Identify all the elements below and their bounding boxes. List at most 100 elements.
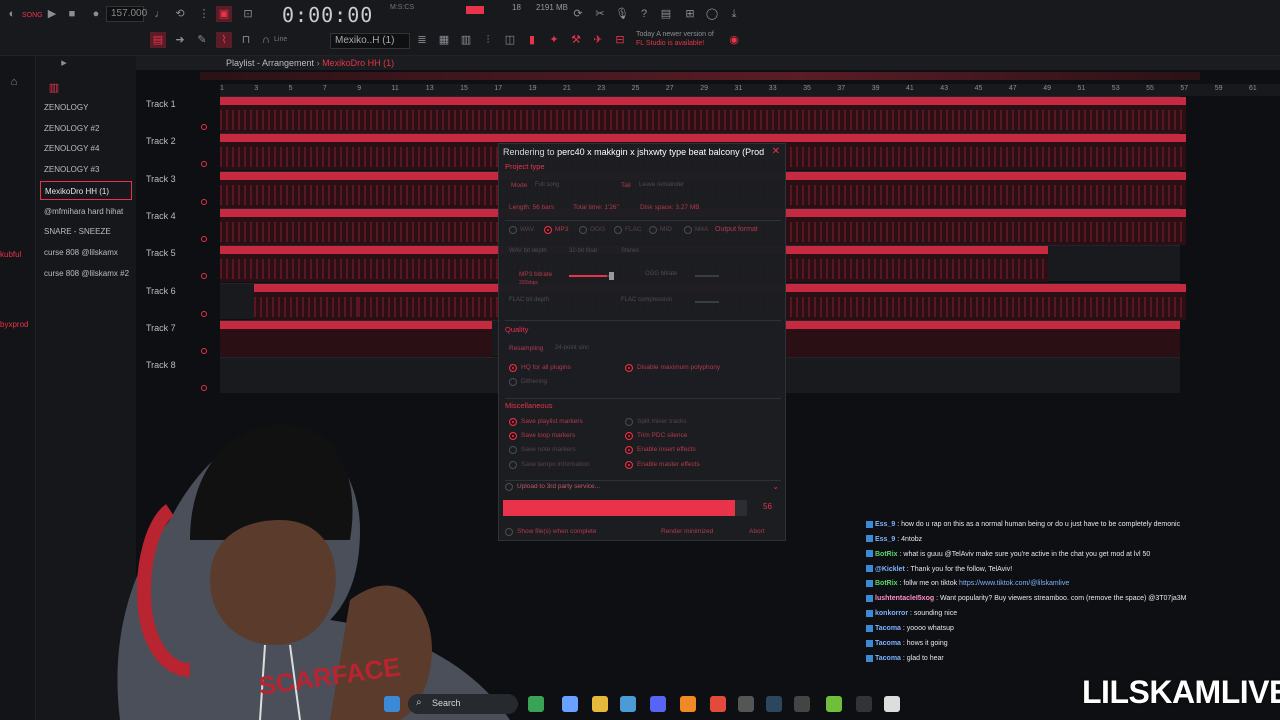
play-icon[interactable]: ▶ [44,6,60,22]
playlist-icon[interactable]: ▤ [150,32,166,48]
piano-roll-icon[interactable]: ▥ [458,32,474,48]
cut-icon[interactable]: ✂ [592,6,608,22]
channel-rack-icon[interactable]: ▦ [436,32,452,48]
timeline-ruler[interactable]: 1 3 5 7 9 11 13 15 17 19 21 23 25 27 29 31 33 35 37 39 41 43 4… [220,84,1280,96]
pattern-clip[interactable]: curse 808 @lilskamx [254,283,358,320]
format-label-mid[interactable]: MID [660,226,672,233]
metronome-icon[interactable]: ♩ [152,6,168,22]
enable-master-effects-checkbox[interactable] [625,461,633,469]
pattern-clip[interactable]: @mfmihara hard hihat [220,208,358,245]
abort-button[interactable]: Abort [749,528,765,535]
undo-icon[interactable]: ⟳ [570,6,586,22]
chat-username[interactable]: Tacoma [875,640,901,647]
tools-icon[interactable]: ✦ [546,32,562,48]
render-minimized-button[interactable]: Render minimized [661,528,713,535]
format-radio-wav[interactable] [509,226,517,234]
picker-item[interactable]: ZENOLOGY [40,98,132,117]
blend-icon[interactable]: ▣ [216,6,232,22]
fl-logo-icon[interactable]: ◐ [4,6,20,22]
save-loop-markers-label[interactable]: Save loop markers [521,432,575,439]
taskbar-search[interactable]: ⌕ Search [408,694,518,714]
chevron-down-icon[interactable]: ⌄ [772,482,779,491]
app-icon-4[interactable] [856,696,872,712]
track-label[interactable]: Track 7 [146,323,176,333]
mixer-icon[interactable]: ≣ [414,32,430,48]
automation-clip[interactable]: Distructor (Insert 7) - Mix level [786,320,1180,357]
discord-icon[interactable] [650,696,666,712]
tempo-display[interactable]: 157.000 [106,6,147,22]
brave-icon[interactable] [710,696,726,712]
format-radio-ogg[interactable] [579,226,587,234]
step-icon[interactable]: ⋮ [196,6,212,22]
upload-label[interactable]: Upload to 3rd party service... [517,483,600,490]
pattern-clip[interactable]: SNARE - SNEEZE [358,246,496,283]
enable-insert-effects-checkbox[interactable] [625,446,633,454]
download-icon[interactable]: ⤓ [726,6,742,22]
hq-plugins-label[interactable]: HQ for all plugins [521,364,571,371]
chat-username[interactable]: BotRix [875,551,898,558]
file-explorer-icon[interactable] [592,696,608,712]
pattern-clip[interactable]: ZENOLOGY [220,97,358,133]
plugin-picker-icon[interactable]: ▮ [524,32,540,48]
app-icon-1[interactable] [528,696,544,712]
format-label-mp3[interactable]: MP3 [555,226,568,233]
windows-start-icon[interactable] [384,696,400,712]
pattern-clip[interactable]: MexikoDro HH (1) [910,171,1048,208]
chat-link[interactable]: https://www.tiktok.com/@lilskamlive [959,580,1069,587]
pattern-clip[interactable]: ZENOLOGY #2 [358,134,496,171]
hq-plugins-checkbox[interactable] [509,364,517,372]
format-radio-mid[interactable] [649,226,657,234]
track-mute-indicator[interactable] [201,124,207,130]
mp3-bitrate-knob[interactable] [609,272,614,280]
pattern-clip[interactable]: ZENOLOGY [496,97,634,133]
pattern-clip[interactable]: curse 808 @lilskamx #2 [358,283,496,320]
save-playlist-markers-label[interactable]: Save playlist markers [521,418,583,425]
magnet-icon[interactable]: ⊓ [238,32,254,48]
mode-value[interactable]: Full song [535,182,559,188]
track-mute-indicator[interactable] [201,161,207,168]
format-label-flac[interactable]: FLAC [625,226,642,233]
track-label[interactable]: Track 3 [146,174,176,184]
app-icon-5[interactable] [884,696,900,712]
pattern-clip[interactable]: curse 808 @lilskamx [1048,283,1186,320]
flac-compression-slider[interactable] [695,301,719,303]
pattern-clip[interactable]: curse 808 @lilskamx [772,283,910,320]
chat-username[interactable]: Tacoma [875,655,901,662]
track-mute-indicator[interactable] [201,347,207,354]
pattern-clip[interactable]: ZENOLOGY [358,97,496,133]
track-label[interactable]: Track 8 [146,360,176,370]
snap-label[interactable]: Line [274,36,287,43]
max-polyphony-checkbox[interactable] [625,364,633,372]
pattern-clip[interactable]: MexikoDro HH (1) [1048,171,1186,208]
track-label[interactable]: Track 6 [146,286,176,296]
dithering-checkbox[interactable] [509,378,517,386]
equalizer-icon[interactable]: ⫶ [480,32,496,48]
pattern-clip[interactable]: ZENOLOGY #2 [220,134,358,171]
ogg-bitrate-slider[interactable] [695,275,719,277]
picker-toggle-icon[interactable]: ▥ [46,80,62,96]
chat-username[interactable]: lushtentacleI5xog [875,595,934,602]
wait-icon[interactable]: ⊡ [240,6,256,22]
pattern-clip[interactable]: MexikoDro HH (1) [358,171,496,208]
steam-icon[interactable] [766,696,782,712]
format-radio-flac[interactable] [614,226,622,234]
track-lane[interactable]: ZENOLOGY ZENOLOGY ZENOLOGY ZENOLOGY ZENOLOGY… [220,96,1186,133]
chat-username[interactable]: konkorror [875,610,908,617]
show-files-label[interactable]: Show file(s) when complete [517,528,596,535]
pattern-selector[interactable]: Mexiko..H (1) [330,33,410,49]
track-label[interactable]: Track 5 [146,248,176,258]
browser-toggle-icon[interactable]: ⌂ [6,74,22,90]
track-label[interactable]: Track 1 [146,99,176,109]
save-icon[interactable]: ▤ [658,6,674,22]
pattern-clip[interactable]: curse 808 @lilskamx #2 [910,283,1048,320]
enable-master-effects-label[interactable]: Enable master effects [637,461,700,468]
pattern-clip[interactable]: ZENOLOGY #2 [772,134,910,171]
chat-icon[interactable]: ◯ [704,6,720,22]
track-mute-indicator[interactable] [201,235,207,242]
pattern-clip[interactable]: ZENOLOGY [910,97,1048,133]
automation-clip[interactable]: Distructor (Insert 7) - Mix level [220,320,492,357]
dithering-label[interactable]: Dithering [521,378,547,385]
track-mute-indicator[interactable] [201,385,207,392]
pencil-icon[interactable]: ✎ [194,32,210,48]
app-icon-2[interactable] [794,696,810,712]
